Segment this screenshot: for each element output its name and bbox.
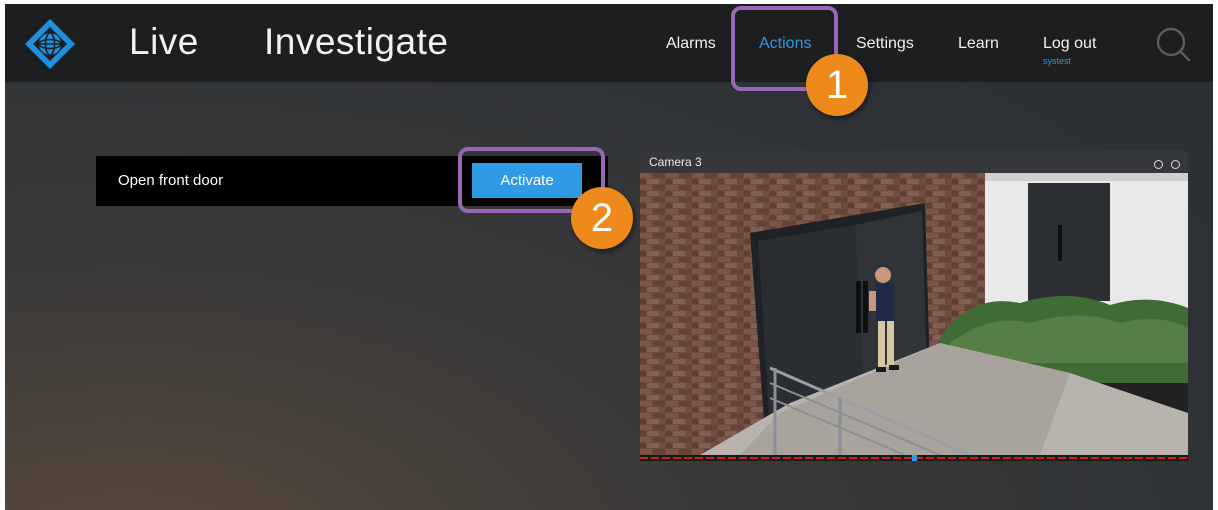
top-navigation-bar: Live Investigate Alarms Actions Settings… [5,4,1213,82]
nav-settings[interactable]: Settings [856,35,914,53]
callout-badge-2: 2 [571,187,633,249]
camera-header: Camera 3 [640,151,1188,173]
camera-option-circle-icon[interactable] [1153,160,1163,169]
camera-option-circle-icon[interactable] [1171,160,1180,169]
camera-title: Camera 3 [649,155,702,169]
nav-logout[interactable]: Log out [1043,35,1096,53]
nav-learn[interactable]: Learn [958,35,999,53]
logged-in-username: systest [1043,56,1072,66]
camera-options [1150,156,1180,174]
camera-view-tile[interactable]: Camera 3 [640,151,1188,461]
search-icon[interactable] [1153,24,1193,64]
camera-video-feed [640,173,1188,455]
action-label: Open front door [118,172,224,189]
nav-live[interactable]: Live [129,21,199,63]
milestone-logo-icon[interactable] [24,18,76,70]
callout-badge-1: 1 [806,54,868,116]
timeline-playhead[interactable] [912,455,917,461]
nav-alarms[interactable]: Alarms [666,35,716,53]
camera-timeline-bar[interactable] [640,455,1188,461]
app-window: Live Investigate Alarms Actions Settings… [5,4,1213,510]
nav-investigate[interactable]: Investigate [264,21,448,63]
